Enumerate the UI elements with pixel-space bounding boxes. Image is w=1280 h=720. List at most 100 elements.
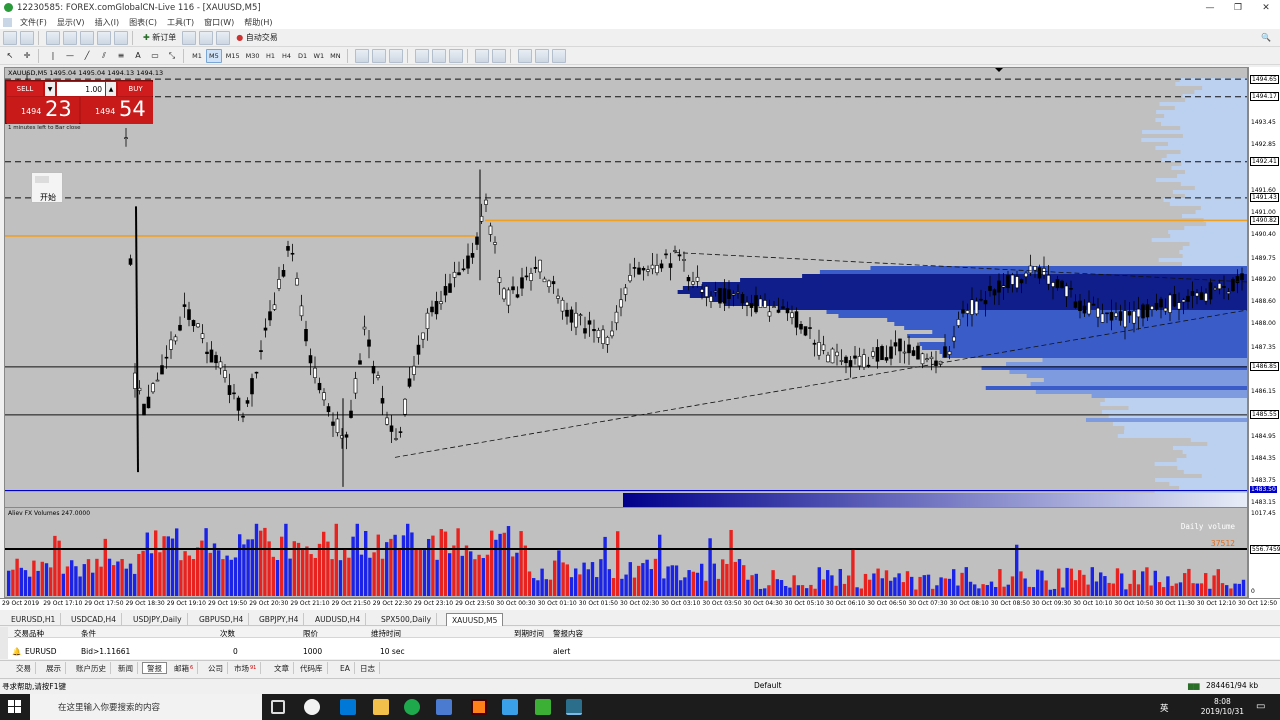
- cursor-icon[interactable]: ↖: [3, 49, 17, 63]
- notification-icon[interactable]: ▭: [1256, 701, 1265, 712]
- wechat-icon[interactable]: [535, 699, 551, 715]
- arrows-icon[interactable]: ⤡: [165, 49, 179, 63]
- lot-dropdown[interactable]: ▼: [45, 82, 55, 96]
- terminal-tab[interactable]: 警报: [142, 662, 167, 674]
- chart-tab[interactable]: USDCAD,H4: [66, 613, 122, 626]
- timeframe-m15[interactable]: M15: [224, 49, 242, 63]
- chart-tab[interactable]: GBPUSD,H4: [194, 613, 250, 626]
- terminal-tab[interactable]: 展示: [42, 662, 66, 674]
- col-hold[interactable]: 维持时间: [371, 628, 401, 639]
- close-button[interactable]: ✕: [1252, 3, 1280, 13]
- col-symbol[interactable]: 交易品种: [14, 628, 44, 639]
- new-chart-icon[interactable]: [3, 30, 17, 45]
- task-view-icon[interactable]: [271, 700, 285, 714]
- terminal-tab[interactable]: EA: [336, 662, 355, 674]
- volume-indicator-window[interactable]: Aliev FX Volumes 247.0000 Daily volume 3…: [4, 508, 1248, 598]
- chart-canvas[interactable]: [5, 68, 1248, 508]
- col-condition[interactable]: 条件: [81, 628, 96, 639]
- line-chart-icon[interactable]: [388, 48, 403, 63]
- chart-tab[interactable]: GBPJPY,H4: [254, 613, 305, 626]
- periods-icon[interactable]: [534, 48, 549, 63]
- timeframe-d1[interactable]: D1: [296, 49, 310, 63]
- timeframe-h1[interactable]: H1: [264, 49, 278, 63]
- ime-indicator[interactable]: 英: [1160, 702, 1169, 714]
- chart-tab[interactable]: EURUSD,H1: [6, 613, 62, 626]
- crosshair-icon[interactable]: ✛: [20, 49, 34, 63]
- data-window-icon[interactable]: [63, 30, 77, 45]
- buy-button[interactable]: BUY: [118, 82, 153, 96]
- app-icon[interactable]: [436, 699, 452, 715]
- windows-start-icon[interactable]: [8, 700, 22, 714]
- menu-window[interactable]: 窗口(W): [204, 17, 234, 28]
- horizontal-line-icon[interactable]: —: [63, 49, 77, 63]
- search-icon[interactable]: 🔍: [1258, 31, 1274, 45]
- buy-price[interactable]: 1494 54: [81, 97, 153, 124]
- timeframe-mn[interactable]: MN: [328, 49, 342, 63]
- terminal-tab[interactable]: 公司: [204, 662, 228, 674]
- menu-help[interactable]: 帮助(H): [244, 17, 272, 28]
- chart-menu-icon[interactable]: [3, 17, 12, 27]
- candlestick-icon[interactable]: [371, 48, 386, 63]
- text-icon[interactable]: A: [131, 49, 145, 63]
- illustrator-icon[interactable]: [471, 699, 487, 715]
- strategy-tester-icon[interactable]: [114, 30, 128, 45]
- terminal-tab[interactable]: 日志: [356, 662, 380, 674]
- menu-view[interactable]: 显示(V): [57, 17, 85, 28]
- timeframe-m30[interactable]: M30: [244, 49, 262, 63]
- timeframe-m1[interactable]: M1: [190, 49, 204, 63]
- start-button[interactable]: 开始: [40, 192, 56, 203]
- market-icon[interactable]: [216, 30, 231, 45]
- chart-tab[interactable]: SPX500,Daily: [376, 613, 438, 626]
- fibonacci-icon[interactable]: ≡: [114, 49, 128, 63]
- vertical-line-icon[interactable]: |: [46, 49, 60, 63]
- col-expiry[interactable]: 到期时间: [514, 628, 544, 639]
- timeframe-w1[interactable]: W1: [312, 49, 327, 63]
- taskbar-search-box[interactable]: 在这里输入你要搜索的内容: [30, 694, 262, 720]
- chart-tab[interactable]: AUDUSD,H4: [310, 613, 367, 626]
- trendline-icon[interactable]: ╱: [80, 49, 94, 63]
- metatrader-icon[interactable]: [566, 699, 582, 715]
- app-icon[interactable]: [304, 699, 320, 715]
- terminal-icon[interactable]: [97, 30, 111, 45]
- sell-button[interactable]: SELL: [7, 82, 43, 96]
- menu-file[interactable]: 文件(F): [20, 17, 47, 28]
- zoom-in-icon[interactable]: [414, 48, 429, 63]
- signals-icon[interactable]: [199, 30, 214, 45]
- tile-windows-icon[interactable]: [448, 48, 463, 63]
- templates-icon[interactable]: [551, 48, 566, 63]
- terminal-tab[interactable]: 交易: [12, 662, 36, 674]
- market-watch-icon[interactable]: [46, 30, 60, 45]
- edge-icon[interactable]: [340, 699, 356, 715]
- auto-trading-button[interactable]: ● 自动交易: [233, 31, 281, 45]
- lot-size-input[interactable]: 1.00: [57, 82, 105, 96]
- metaeditor-icon[interactable]: [182, 30, 197, 45]
- price-scale[interactable]: 1494.65 1494.17 1493.45 1492.85 1492.41 1491.…: [1248, 67, 1280, 508]
- zoom-out-icon[interactable]: [431, 48, 446, 63]
- terminal-tab[interactable]: 市场 91: [230, 662, 262, 674]
- terminal-tab[interactable]: 代码库: [296, 662, 328, 674]
- timeframe-m5[interactable]: M5: [206, 48, 222, 63]
- bar-chart-icon[interactable]: [354, 48, 369, 63]
- terminal-tab[interactable]: 账户历史: [72, 662, 111, 674]
- file-explorer-icon[interactable]: [373, 699, 389, 715]
- sell-price[interactable]: 1494 23: [7, 97, 79, 124]
- taskbar-clock[interactable]: 8:08 2019/10/31: [1201, 697, 1244, 717]
- timeframe-h4[interactable]: H4: [280, 49, 294, 63]
- col-limit[interactable]: 限价: [303, 628, 318, 639]
- terminal-tab[interactable]: 新闻: [114, 662, 138, 674]
- terminal-tab[interactable]: 文章: [270, 662, 294, 674]
- start-widget[interactable]: 开始: [31, 172, 63, 203]
- price-chart[interactable]: XAUUSD,M5 1495.04 1495.04 1494.13 1494.1…: [4, 67, 1248, 508]
- restore-button[interactable]: ❐: [1224, 3, 1252, 13]
- text-label-icon[interactable]: ▭: [148, 49, 162, 63]
- chart-tab[interactable]: USDJPY,Daily: [128, 613, 188, 626]
- autoscroll-icon[interactable]: [474, 48, 489, 63]
- navigator-icon[interactable]: [80, 30, 94, 45]
- profiles-icon[interactable]: [20, 30, 34, 45]
- chart-shift-icon[interactable]: [491, 48, 506, 63]
- chart-tab[interactable]: XAUUSD,M5: [446, 613, 504, 626]
- indicators-icon[interactable]: [517, 48, 532, 63]
- terminal-tab[interactable]: 邮箱 6: [170, 662, 199, 674]
- col-count[interactable]: 次数: [220, 628, 235, 639]
- new-order-button[interactable]: ✚ 新订单: [140, 31, 179, 45]
